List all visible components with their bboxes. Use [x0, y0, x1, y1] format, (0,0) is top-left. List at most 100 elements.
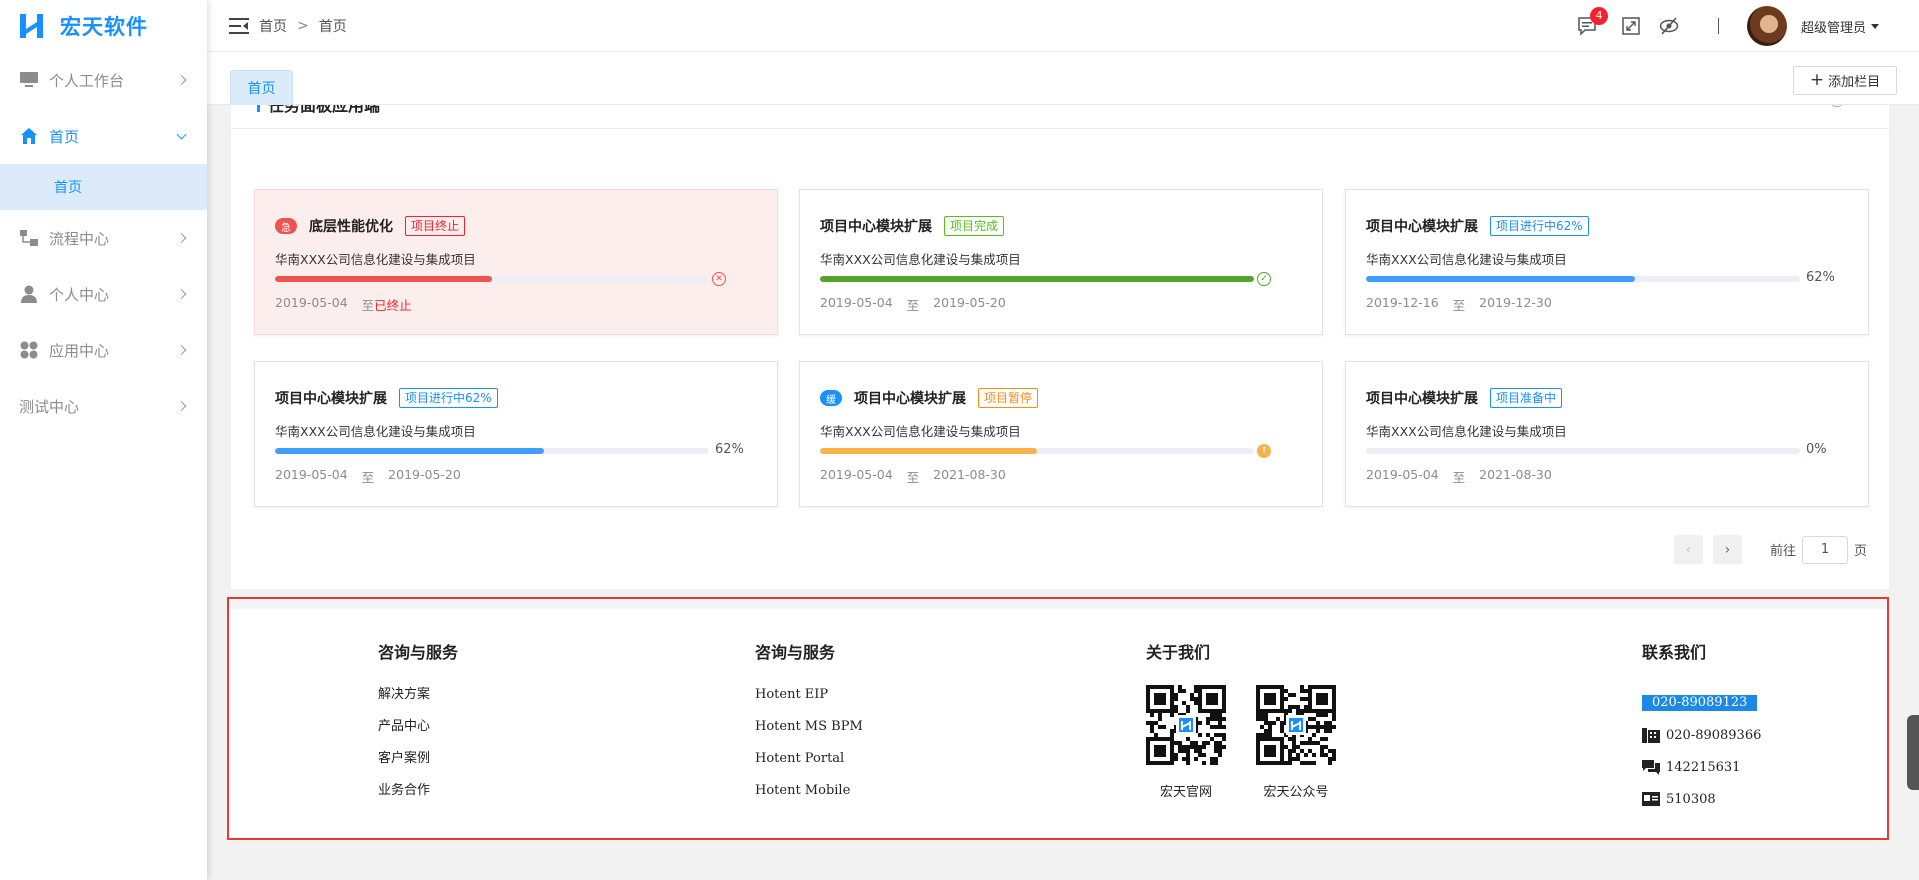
- breadcrumb-separator: >: [297, 17, 309, 34]
- scroll-handle[interactable]: [1907, 715, 1919, 790]
- next-page-button[interactable]: ›: [1712, 535, 1742, 564]
- card-dates: 2019-05-04 至 2021-08-30: [1366, 467, 1552, 486]
- card-subtitle: 华南XXX公司信息化建设与集成项目: [820, 424, 1021, 439]
- task-card[interactable]: 项目中心模块扩展 项目完成 华南XXX公司信息化建设与集成项目 ✓ 2019-0…: [799, 189, 1323, 335]
- page-input[interactable]: 1: [1801, 535, 1848, 564]
- contact-row: 510308: [1642, 783, 1761, 815]
- card-title: 项目中心模块扩展 项目准备中: [1366, 388, 1563, 408]
- card-subtitle: 华南XXX公司信息化建设与集成项目: [1366, 252, 1567, 267]
- footer-link[interactable]: Hotent EIP: [755, 687, 863, 719]
- sidebar-item-apps[interactable]: 应用中心: [0, 322, 207, 378]
- sidebar-item-personal[interactable]: 个人中心: [0, 266, 207, 322]
- sidebar-item-home[interactable]: 首页: [0, 108, 207, 164]
- end-date: 2021-08-30: [1479, 467, 1552, 482]
- page-suffix: 页: [1853, 544, 1867, 559]
- progress-percent: 62%: [715, 442, 744, 457]
- status-badge: 项目完成: [944, 216, 1005, 236]
- sidebar-item-label: 个人工作台: [49, 71, 125, 90]
- apps-icon: [19, 340, 39, 360]
- chevron-right-icon: [176, 289, 187, 299]
- task-card[interactable]: 项目中心模块扩展 项目进行中62% 华南XXX公司信息化建设与集成项目 62% …: [254, 361, 778, 507]
- progress-track: [820, 448, 1254, 454]
- task-panel: 任务面板应用端 ◯ ✕ 急底层性能优化 项目终止 华南XXX公司信息化建设与集成…: [231, 105, 1889, 589]
- brand-name: 宏天软件: [60, 15, 148, 39]
- close-icon[interactable]: ✕: [1858, 105, 1869, 108]
- task-card[interactable]: 急底层性能优化 项目终止 华南XXX公司信息化建设与集成项目 ✕ 2019-05…: [254, 189, 778, 335]
- date-separator: 至: [361, 298, 375, 313]
- card-title-text: 项目中心模块扩展: [854, 391, 966, 407]
- chevron-right-icon: [176, 75, 187, 85]
- home-icon: [19, 126, 39, 146]
- status-badge: 项目暂停: [978, 388, 1039, 408]
- sidebar-item-flow[interactable]: 流程中心: [0, 210, 207, 266]
- plus-icon: +: [1809, 70, 1825, 90]
- add-column-button[interactable]: + 添加栏目: [1793, 66, 1897, 95]
- fullscreen-icon[interactable]: [1620, 15, 1642, 37]
- panel-header: 任务面板应用端 ◯ ✕: [231, 105, 1889, 129]
- panel-tools: ◯ ✕: [1830, 105, 1869, 108]
- progress-track: [1366, 276, 1800, 282]
- user-menu[interactable]: 超级管理员: [1801, 17, 1879, 36]
- refresh-icon[interactable]: ◯: [1830, 105, 1845, 108]
- task-card[interactable]: 项目中心模块扩展 项目准备中 华南XXX公司信息化建设与集成项目 0% 2019…: [1345, 361, 1869, 507]
- menu-collapse-icon[interactable]: [229, 17, 249, 34]
- tab-bar: 首页 + 添加栏目: [207, 52, 1919, 105]
- start-date: 2019-05-04: [1366, 467, 1439, 482]
- card-title-text: 底层性能优化: [309, 219, 393, 235]
- task-card[interactable]: 项目中心模块扩展 项目进行中62% 华南XXX公司信息化建设与集成项目 62% …: [1345, 189, 1869, 335]
- progress-fill: [820, 276, 1254, 282]
- footer-col-title: 咨询与服务: [378, 643, 459, 662]
- status-badge: 项目终止: [405, 216, 466, 236]
- message-icon[interactable]: 4: [1576, 7, 1608, 37]
- card-title: 项目中心模块扩展 项目进行中62%: [1366, 216, 1589, 236]
- pagination: ‹ › 前往 1 页: [1673, 535, 1867, 564]
- highlight-phone[interactable]: 020-89089123: [1642, 695, 1758, 711]
- card-title-text: 项目中心模块扩展: [275, 391, 387, 407]
- breadcrumb-item[interactable]: 首页: [259, 16, 287, 36]
- status-badge: 项目进行中62%: [1490, 216, 1589, 236]
- card-dates: 2019-05-04 至 2019-05-20: [820, 295, 1006, 314]
- card-title: 项目中心模块扩展 项目进行中62%: [275, 388, 498, 408]
- task-card[interactable]: 缓项目中心模块扩展 项目暂停 华南XXX公司信息化建设与集成项目 ! 2019-…: [799, 361, 1323, 507]
- header-actions: 4 超级管理员: [1576, 0, 1919, 52]
- tab-home[interactable]: 首页: [230, 70, 293, 105]
- date-separator: 至: [906, 298, 920, 313]
- sidebar-item-test[interactable]: 测试中心: [0, 378, 207, 434]
- start-date: 2019-12-16: [1366, 295, 1439, 310]
- qr-item: 宏天官网: [1146, 685, 1226, 800]
- card-subtitle: 华南XXX公司信息化建设与集成项目: [1366, 424, 1567, 439]
- breadcrumb: 首页 > 首页: [259, 16, 347, 36]
- chevron-right-icon: [176, 401, 187, 411]
- card-subtitle: 华南XXX公司信息化建设与集成项目: [275, 424, 476, 439]
- user-icon: [19, 284, 39, 304]
- brand-logo[interactable]: 宏天软件: [0, 0, 207, 52]
- footer-link[interactable]: Hotent MS BPM: [755, 719, 863, 751]
- progress-fill: [1366, 276, 1636, 282]
- priority-badge: 急: [275, 218, 297, 234]
- qr-label: 宏天公众号: [1263, 785, 1329, 800]
- footer-link[interactable]: 产品中心: [378, 719, 458, 751]
- sidebar-subitem-home[interactable]: 首页: [0, 164, 207, 210]
- hide-icon[interactable]: [1658, 15, 1680, 37]
- footer-link[interactable]: 业务合作: [378, 783, 458, 815]
- footer-link[interactable]: 客户案例: [378, 751, 458, 783]
- end-date: 2019-05-20: [388, 467, 461, 482]
- check-circle-icon: ✓: [1257, 272, 1271, 286]
- monitor-icon: [19, 70, 39, 90]
- footer-link[interactable]: Hotent Portal: [755, 751, 863, 783]
- progress-track: [275, 448, 709, 454]
- footer-link[interactable]: Hotent Mobile: [755, 783, 863, 815]
- footer-link[interactable]: 解决方案: [378, 687, 458, 719]
- end-date: 2019-12-30: [1479, 295, 1552, 310]
- error-circle-icon: ✕: [712, 272, 726, 286]
- date-separator: 至: [906, 470, 920, 485]
- prev-page-button[interactable]: ‹: [1673, 535, 1703, 564]
- logo-icon: [18, 12, 46, 40]
- footer-col-contact: 联系我们 020-89089123 020-89089366 142215631…: [1642, 639, 1761, 815]
- avatar[interactable]: [1746, 6, 1787, 46]
- chevron-right-icon: [176, 345, 187, 355]
- sidebar-item-workbench[interactable]: 个人工作台: [0, 52, 207, 108]
- end-date: 2021-08-30: [933, 467, 1006, 482]
- contact-text: 142215631: [1666, 759, 1741, 775]
- start-date: 2019-05-04: [275, 467, 348, 482]
